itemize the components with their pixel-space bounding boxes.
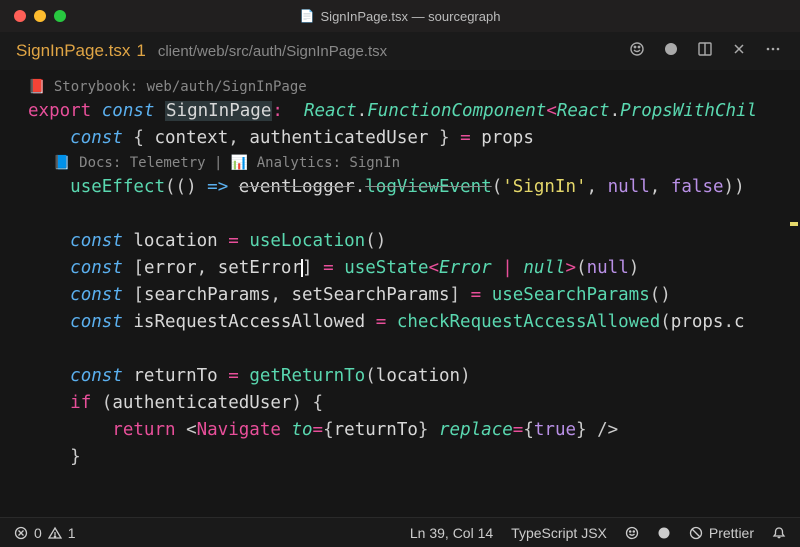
zoom-window-button[interactable] — [54, 10, 66, 22]
notifications-icon[interactable] — [772, 526, 786, 540]
code-line: const location = useLocation() — [28, 228, 800, 255]
warning-count: 1 — [68, 525, 76, 541]
status-smiley-icon[interactable] — [625, 526, 639, 540]
code-line: if (authenticatedUser) { — [28, 390, 800, 417]
code-editor[interactable]: 📕 Storybook: web/auth/SignInPage export … — [0, 70, 800, 517]
smiley-icon[interactable] — [626, 41, 648, 62]
block-icon — [689, 526, 703, 540]
close-window-button[interactable] — [14, 10, 26, 22]
prettier-label: Prettier — [709, 525, 754, 541]
more-icon[interactable] — [762, 41, 784, 62]
code-line: export const SignInPage: React.FunctionC… — [28, 98, 800, 125]
window-title-text: SignInPage.tsx — sourcegraph — [321, 9, 501, 24]
tab-label: SignInPage.tsx — [16, 41, 130, 61]
error-count: 0 — [34, 525, 42, 541]
minimize-window-button[interactable] — [34, 10, 46, 22]
cursor-position[interactable]: Ln 39, Col 14 — [410, 525, 493, 541]
window-title: 📄 SignInPage.tsx — sourcegraph — [300, 9, 501, 24]
traffic-lights — [14, 10, 66, 22]
file-icon: 📄 — [300, 9, 315, 23]
code-line: const [error, setError] = useState<Error… — [28, 255, 800, 282]
scrollbar-marker — [790, 222, 798, 226]
code-line — [28, 201, 800, 228]
prettier-status[interactable]: Prettier — [689, 525, 754, 541]
error-icon — [14, 526, 28, 540]
tab-signinpage[interactable]: SignInPage.tsx 1 — [16, 41, 146, 61]
language-mode[interactable]: TypeScript JSX — [511, 525, 607, 541]
editor-window: 📄 SignInPage.tsx — sourcegraph SignInPag… — [0, 0, 800, 547]
split-editor-icon[interactable] — [694, 41, 716, 62]
breadcrumb[interactable]: client/web/src/auth/SignInPage.tsx — [158, 43, 387, 60]
codelens-docs[interactable]: 📘 Docs: Telemetry | 📊 Analytics: SignIn — [28, 152, 800, 174]
code-line: useEffect(() => eventLogger.logViewEvent… — [28, 174, 800, 201]
titlebar: 📄 SignInPage.tsx — sourcegraph — [0, 0, 800, 32]
code-line: const isRequestAccessAllowed = checkRequ… — [28, 309, 800, 336]
tab-bar: SignInPage.tsx 1 client/web/src/auth/Sig… — [0, 32, 800, 70]
problems-section[interactable]: 0 1 — [14, 525, 76, 541]
status-gear-icon[interactable] — [657, 526, 671, 540]
warning-icon — [48, 526, 62, 540]
code-line — [28, 336, 800, 363]
gear-icon[interactable] — [660, 41, 682, 62]
code-line: const { context, authenticatedUser } = p… — [28, 125, 800, 152]
codelens-storybook[interactable]: 📕 Storybook: web/auth/SignInPage — [28, 76, 800, 98]
tab-modified-indicator: 1 — [136, 41, 145, 61]
code-line: const [searchParams, setSearchParams] = … — [28, 282, 800, 309]
scrollbar[interactable] — [788, 70, 800, 517]
code-line: return <Navigate to={returnTo} replace={… — [28, 417, 800, 444]
code-line: const returnTo = getReturnTo(location) — [28, 363, 800, 390]
code-line: } — [28, 444, 800, 471]
status-bar: 0 1 Ln 39, Col 14 TypeScript JSX Prettie… — [0, 517, 800, 547]
close-tab-icon[interactable] — [728, 42, 750, 61]
